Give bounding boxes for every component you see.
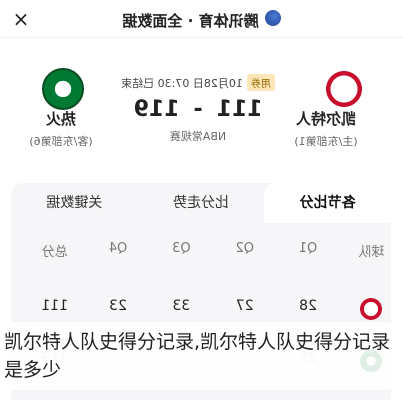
game-type: NBA常规赛	[169, 130, 227, 143]
article-caption: 凯尔特人队史得分记录,凯尔特人队史得分记录是多少	[0, 322, 403, 390]
score-dash: -	[193, 97, 203, 122]
col-q3: Q3	[172, 241, 191, 256]
tab-quarter-scores[interactable]: 各节比分	[264, 183, 391, 223]
home-score: 111	[216, 97, 263, 122]
col-total: 总分	[41, 245, 68, 260]
home-team-sub: (客/东部第6)	[29, 135, 93, 148]
match-status: 10月28日 07:30 已结束	[121, 76, 243, 90]
scores: 111 - 119	[103, 97, 293, 122]
table-header: 球队 Q1 Q2 Q3 Q4 总分	[23, 241, 403, 271]
col-team: 球队	[358, 245, 385, 260]
tab-bar: 各节比分 比分走势 关键数据	[11, 183, 391, 223]
col-q1: Q1	[298, 241, 318, 256]
col-q4: Q4	[108, 241, 128, 256]
celtics-logo-icon	[42, 68, 84, 110]
status-line: 用券 10月28日 07:30 已结束	[103, 74, 293, 91]
away-score: 119	[133, 97, 180, 122]
tencent-sports-logo-icon	[264, 10, 281, 26]
app-title: 腾讯体育 · 全面数据	[0, 10, 403, 31]
col-q2: Q2	[235, 241, 254, 256]
top-bar: × 腾讯体育 · 全面数据	[0, 0, 403, 38]
home-team-name: 热火	[46, 110, 77, 128]
coupon-badge[interactable]: 用券	[246, 74, 275, 91]
app-title-text: 腾讯体育 · 全面数据	[122, 12, 259, 30]
heat-logo-icon	[360, 298, 383, 320]
match-header: 热火 (客/东部第6) 凯尔特人 (主/东部第1) 用券 10月28日 07:3…	[0, 38, 403, 178]
heat-logo-icon	[323, 68, 365, 110]
home-team[interactable]: 热火 (客/东部第6)	[6, 108, 116, 149]
tab-score-trend[interactable]: 比分走势	[138, 183, 265, 223]
score-block: 用券 10月28日 07:30 已结束 111 - 119 NBA常规赛	[103, 74, 293, 144]
tab-key-stats[interactable]: 关键数据	[11, 183, 138, 223]
